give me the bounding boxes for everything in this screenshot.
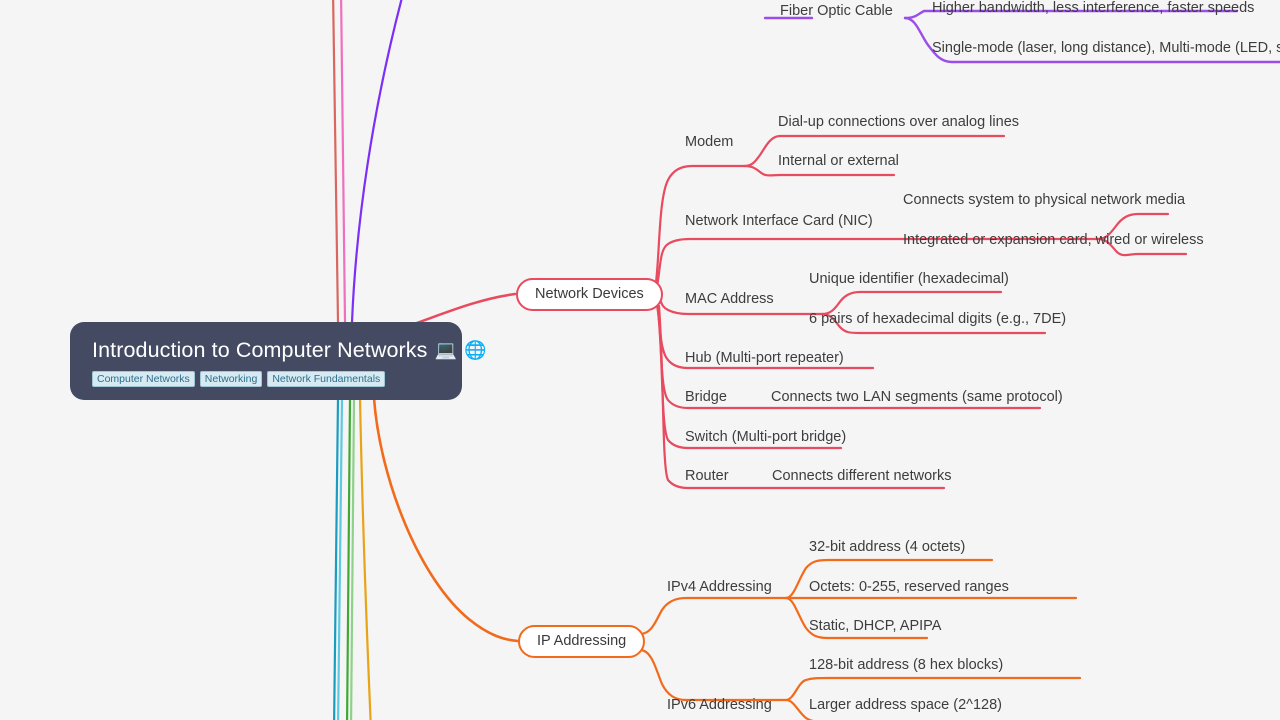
edge-trunk-purple — [350, 0, 403, 324]
globe-icon: 🌐 — [464, 340, 487, 361]
laptop-icon: 💻 — [434, 340, 458, 361]
node-bridge[interactable]: Bridge — [685, 389, 727, 406]
node-modem[interactable]: Modem — [685, 134, 733, 151]
node-mac-detail-hex-pairs[interactable]: 6 pairs of hexadecimal digits (e.g., 7DE… — [809, 311, 1066, 328]
node-ipv6-detail-larger-space[interactable]: Larger address space (2^128) — [809, 697, 1002, 714]
tag-networking[interactable]: Networking — [199, 370, 263, 387]
edge-trunk-lightblue — [337, 396, 344, 720]
edge-ip-to-ipv6 — [638, 648, 788, 702]
node-mac-address[interactable]: MAC Address — [685, 291, 774, 308]
edge-trunk-teal — [333, 396, 340, 720]
node-modem-detail-internal-external[interactable]: Internal or external — [778, 153, 899, 170]
node-modem-detail-dialup[interactable]: Dial-up connections over analog lines — [778, 114, 1019, 131]
node-ipv6-addressing[interactable]: IPv6 Addressing — [667, 697, 772, 714]
tag-computer-networks[interactable]: Computer Networks — [92, 370, 195, 387]
mindmap-canvas: Introduction to Computer Networks 💻 🌐 Co… — [0, 0, 1280, 720]
node-ipv6-detail-128bit[interactable]: 128-bit address (8 hex blocks) — [809, 657, 1003, 674]
node-nic-detail-connects-media[interactable]: Connects system to physical network medi… — [903, 192, 1185, 209]
node-router[interactable]: Router — [685, 468, 729, 485]
edge-trunk-salmon — [331, 0, 340, 324]
node-ipv4-detail-static-dhcp-apipa[interactable]: Static, DHCP, APIPA — [809, 618, 941, 635]
edge-trunk-lightgreen — [350, 396, 356, 720]
node-hub[interactable]: Hub (Multi-port repeater) — [685, 350, 844, 367]
node-switch[interactable]: Switch (Multi-port bridge) — [685, 429, 846, 446]
node-fiber-detail-bandwidth[interactable]: Higher bandwidth, less interference, fas… — [932, 0, 1254, 17]
root-tag-list: Computer Networks Networking Network Fun… — [92, 370, 440, 387]
node-ip-addressing[interactable]: IP Addressing — [518, 625, 646, 659]
edge-trunk-amber — [358, 396, 372, 720]
node-mac-detail-unique-identifier[interactable]: Unique identifier (hexadecimal) — [809, 271, 1009, 288]
tag-network-fundamentals[interactable]: Network Fundamentals — [267, 370, 386, 387]
root-node[interactable]: Introduction to Computer Networks 💻 🌐 Co… — [70, 322, 486, 400]
node-fiber-detail-modes[interactable]: Single-mode (laser, long distance), Mult… — [932, 40, 1280, 57]
root-title: Introduction to Computer Networks 💻 🌐 — [92, 338, 486, 363]
node-ipv4-addressing[interactable]: IPv4 Addressing — [667, 579, 772, 596]
node-router-detail-different-networks[interactable]: Connects different networks — [772, 468, 951, 485]
edge-ip-to-ipv4 — [638, 596, 788, 636]
node-bridge-detail-lan-segments[interactable]: Connects two LAN segments (same protocol… — [771, 389, 1063, 406]
node-ipv4-detail-octets-range[interactable]: Octets: 0-255, reserved ranges — [809, 579, 1009, 596]
node-fiber-optic-cable[interactable]: Fiber Optic Cable — [780, 3, 893, 20]
edge-root-to-ip-addressing — [372, 396, 520, 643]
node-network-interface-card[interactable]: Network Interface Card (NIC) — [685, 213, 873, 230]
edge-trunk-green — [346, 396, 352, 720]
node-network-devices[interactable]: Network Devices — [516, 278, 663, 312]
edge-trunk-pink — [339, 0, 347, 324]
node-ipv4-detail-32bit[interactable]: 32-bit address (4 octets) — [809, 539, 965, 556]
node-nic-detail-integrated-expansion[interactable]: Integrated or expansion card, wired or w… — [903, 232, 1204, 249]
root-title-text: Introduction to Computer Networks — [92, 338, 428, 362]
